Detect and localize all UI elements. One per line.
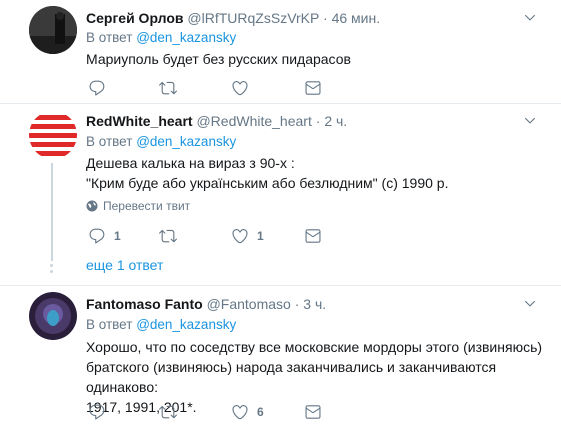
- translate-link[interactable]: Перевести твит: [86, 199, 190, 213]
- caret-down-icon[interactable]: [523, 11, 537, 25]
- tweet-actions: 1 1: [88, 226, 348, 246]
- tweet-header: RedWhite_heart @RedWhite_heart · 2 ч.: [86, 112, 347, 130]
- tweet[interactable]: RedWhite_heart @RedWhite_heart · 2 ч. В …: [0, 104, 561, 284]
- author-name[interactable]: Fantomaso Fanto: [86, 296, 203, 312]
- author-handle[interactable]: @Fantomaso: [207, 296, 291, 312]
- reply-context: В ответ @den_kazansky: [86, 29, 236, 47]
- reply-context: В ответ @den_kazansky: [86, 316, 236, 334]
- reply-icon: [88, 79, 106, 97]
- like-icon: [231, 227, 249, 245]
- message-button[interactable]: [304, 78, 322, 98]
- reply-icon: [88, 227, 106, 245]
- like-count: 1: [257, 229, 264, 243]
- author-name[interactable]: Сергей Орлов: [86, 10, 184, 26]
- avatar[interactable]: [29, 111, 77, 159]
- tweet-text-line: Дешева калька на вираз з 90-х :: [86, 155, 295, 171]
- message-button[interactable]: [304, 226, 322, 246]
- reply-icon: [88, 403, 106, 421]
- reply-button[interactable]: [88, 402, 106, 422]
- separator-dot: ·: [315, 113, 321, 129]
- reply-button[interactable]: 1: [88, 226, 121, 246]
- reply-to-link[interactable]: @den_kazansky: [136, 317, 236, 332]
- thread-line: [51, 163, 53, 261]
- tweet-text-line: Хорошо, что по соседству все московские …: [86, 339, 543, 355]
- tweet-text-line: "Крим буде або українським або безлюдним…: [86, 175, 449, 191]
- author-name[interactable]: RedWhite_heart: [86, 113, 193, 129]
- reply-prefix: В ответ: [86, 30, 133, 45]
- like-button[interactable]: [231, 78, 249, 98]
- reply-prefix: В ответ: [86, 134, 133, 149]
- message-button[interactable]: [304, 402, 322, 422]
- reply-count: 1: [114, 229, 121, 243]
- message-icon: [304, 227, 322, 245]
- tweet-text: Мариуполь будет без русских пидарасов: [86, 51, 351, 67]
- tweet-header: Сергей Орлов @lRfTURqZsSzVrKP · 46 мин.: [86, 9, 380, 27]
- caret-down-icon[interactable]: [523, 297, 537, 311]
- timestamp[interactable]: 46 мин.: [332, 10, 381, 26]
- separator-dot: ·: [323, 10, 328, 26]
- separator-dot: ·: [294, 296, 300, 312]
- reply-to-link[interactable]: @den_kazansky: [136, 134, 236, 149]
- retweet-icon: [159, 227, 177, 245]
- reply-context: В ответ @den_kazansky: [86, 133, 236, 151]
- tweet-actions: [88, 78, 348, 98]
- tweet-text: Дешева калька на вираз з 90-х : "Крим бу…: [86, 153, 541, 193]
- show-more-replies-link[interactable]: еще 1 ответ: [86, 257, 163, 273]
- retweet-button[interactable]: [159, 226, 177, 246]
- like-icon: [231, 79, 249, 97]
- globe-icon: [86, 200, 98, 212]
- retweet-icon: [159, 403, 177, 421]
- like-icon: [231, 403, 249, 421]
- retweet-button[interactable]: [159, 78, 177, 98]
- timestamp[interactable]: 3 ч.: [303, 296, 326, 312]
- retweet-icon: [159, 79, 177, 97]
- avatar[interactable]: [29, 292, 77, 340]
- thread-dots: [50, 264, 54, 273]
- translate-label: Перевести твит: [103, 199, 191, 213]
- message-icon: [304, 79, 322, 97]
- tweet-actions: 6: [88, 402, 348, 422]
- like-button[interactable]: 6: [231, 402, 264, 422]
- tweet-text-line: братского (извиняюсь) народа заканчивали…: [86, 359, 497, 395]
- timestamp[interactable]: 2 ч.: [324, 113, 347, 129]
- reply-to-link[interactable]: @den_kazansky: [136, 30, 236, 45]
- caret-down-icon[interactable]: [523, 114, 537, 128]
- author-handle[interactable]: @RedWhite_heart: [196, 113, 311, 129]
- reply-button[interactable]: [88, 78, 106, 98]
- tweet-header: Fantomaso Fanto @Fantomaso · 3 ч.: [86, 295, 326, 313]
- author-handle[interactable]: @lRfTURqZsSzVrKP: [187, 10, 319, 26]
- tweet[interactable]: Сергей Орлов @lRfTURqZsSzVrKP · 46 мин. …: [0, 0, 561, 103]
- tweet[interactable]: Fantomaso Fanto @Fantomaso · 3 ч. В отве…: [0, 286, 561, 428]
- like-count: 6: [257, 405, 264, 419]
- retweet-button[interactable]: [159, 402, 177, 422]
- reply-prefix: В ответ: [86, 317, 133, 332]
- like-button[interactable]: 1: [231, 226, 264, 246]
- avatar[interactable]: [29, 6, 77, 54]
- message-icon: [304, 403, 322, 421]
